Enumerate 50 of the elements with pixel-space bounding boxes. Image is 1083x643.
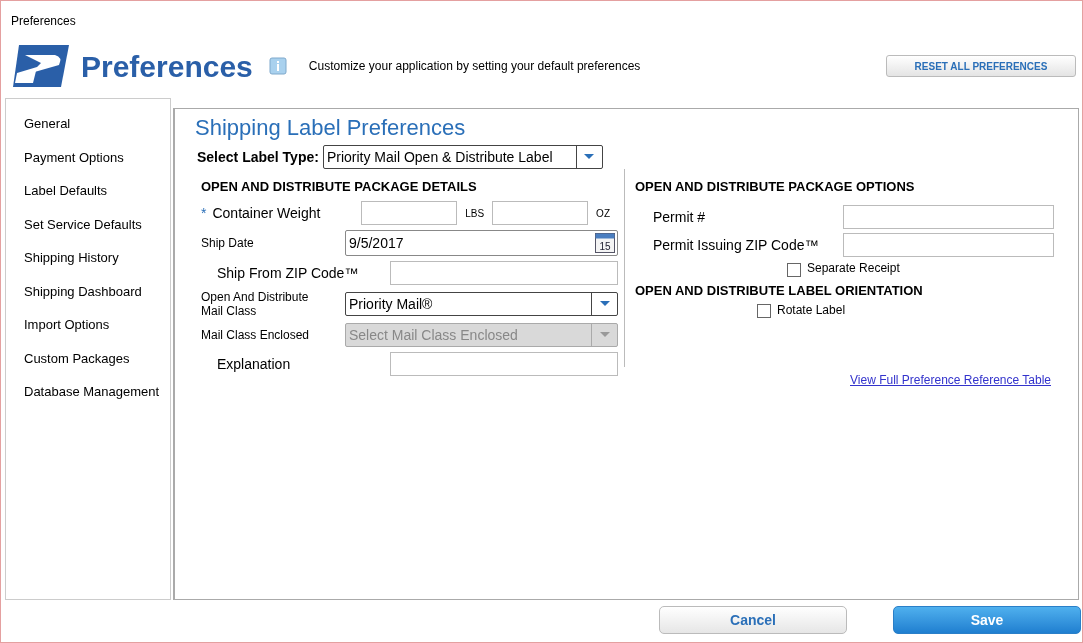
sidebar-item[interactable]: Import Options (24, 308, 170, 342)
weight-input[interactable] (492, 201, 589, 225)
field-label: Ship From ZIP Code™ (217, 265, 359, 281)
section-heading: OPEN AND DISTRIBUTE PACKAGE OPTIONS (635, 178, 916, 196)
required-mark: * (201, 203, 207, 223)
sidebar-item[interactable]: Payment Options (24, 140, 170, 174)
field-label: Ship Date (201, 236, 255, 250)
date-field[interactable]: 9/5/2017 15 (345, 230, 618, 256)
reset-all-preferences-button[interactable]: RESET ALL PREFERENCES (886, 55, 1076, 77)
sidebar-item[interactable]: Shipping Dashboard (24, 274, 170, 308)
field-label: Explanation (217, 356, 291, 372)
sidebar-item[interactable]: General (24, 107, 170, 141)
checkbox-label: Separate Receipt (807, 260, 900, 277)
caret-icon (599, 301, 610, 307)
weight-input[interactable] (361, 201, 458, 225)
info-icon[interactable] (268, 57, 287, 75)
field-label: Container Weight (212, 205, 321, 221)
checkbox-label: Rotate Label (777, 301, 846, 319)
label-type-label: Select Label Type: (197, 147, 319, 167)
field-label: Permit # (653, 207, 707, 227)
reference-table-link[interactable]: View Full Preference Reference Table (850, 370, 1051, 389)
text-input[interactable] (843, 233, 1054, 257)
field-label: Mail Class Enclosed (201, 328, 311, 342)
mail-class-dropdown[interactable]: Priority Mail® (345, 292, 618, 316)
text-input[interactable] (390, 261, 618, 285)
section-title: Shipping Label Preferences (195, 114, 467, 142)
mail-class-dropdown: Select Mail Class Enclosed (345, 323, 618, 347)
sidebar-item[interactable]: Set Service Defaults (24, 207, 170, 241)
page-title: Preferences (81, 48, 253, 85)
caret-icon (584, 154, 595, 160)
sidebar-item[interactable]: Shipping History (24, 241, 170, 275)
unit-label: OZ (596, 206, 610, 221)
window-title: Preferences (10, 13, 77, 30)
text-input[interactable] (390, 352, 618, 376)
field-label: Open And Distribute Mail Class (201, 290, 310, 318)
calendar-icon[interactable]: 15 (595, 233, 615, 253)
section-heading: OPEN AND DISTRIBUTE LABEL ORIENTATION (635, 282, 924, 300)
page-subtitle: Customize your application by setting your default preferences (308, 58, 641, 75)
sidebar-item[interactable]: Label Defaults (24, 174, 170, 208)
unit-label: LBS (465, 206, 485, 221)
text-input[interactable] (843, 205, 1054, 229)
checkbox[interactable] (757, 304, 771, 318)
sidebar-item[interactable]: Custom Packages (24, 341, 170, 375)
field-label: Permit Issuing ZIP Code™ (653, 235, 820, 255)
checkbox[interactable] (787, 262, 801, 277)
caret-icon (599, 332, 610, 338)
section-heading: OPEN AND DISTRIBUTE PACKAGE DETAILS (201, 178, 478, 196)
sidebar-item[interactable]: Database Management (24, 375, 170, 409)
cancel-button[interactable]: Cancel (659, 606, 847, 634)
label-type-dropdown[interactable]: Priority Mail Open & Distribute Label (322, 145, 603, 169)
